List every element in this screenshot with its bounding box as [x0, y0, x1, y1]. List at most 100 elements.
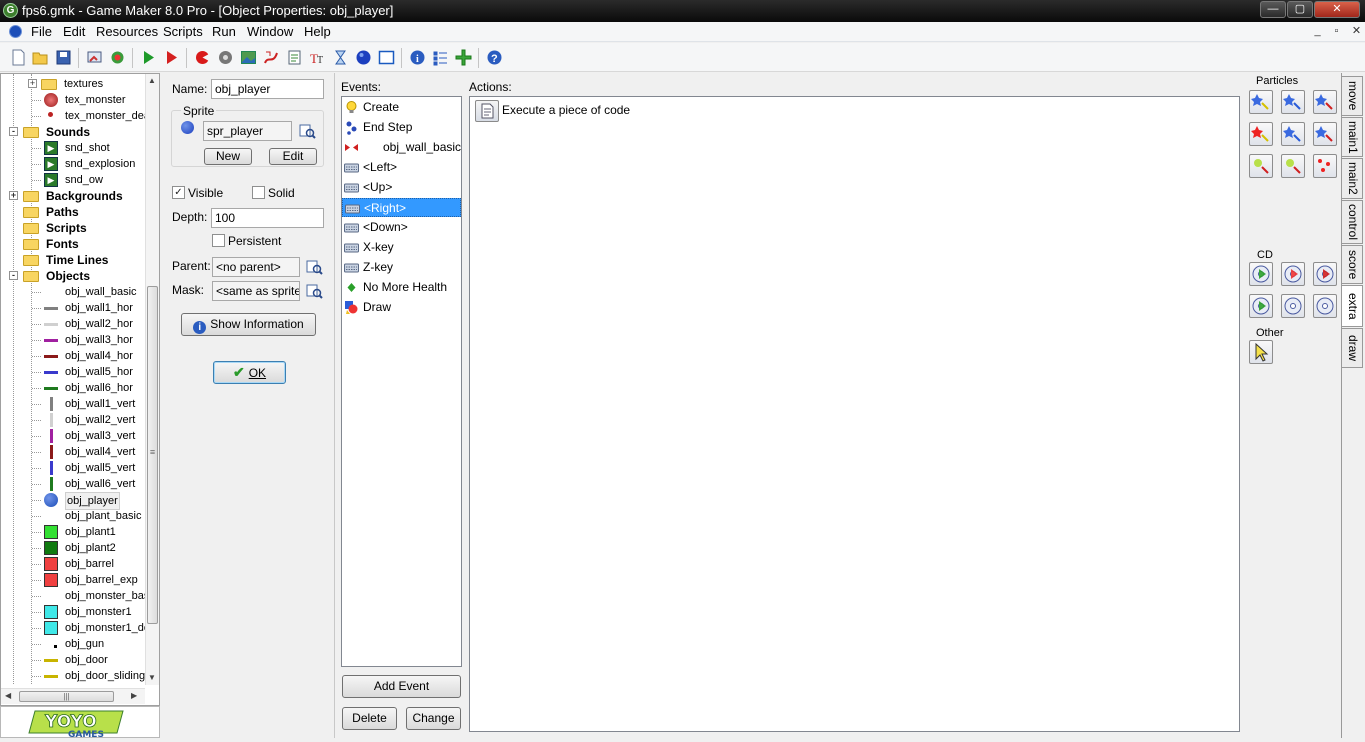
tree-item[interactable]: obj_plant2	[1, 540, 159, 556]
create-timeline-icon[interactable]	[332, 49, 349, 66]
scroll-down-arrow-icon[interactable]: ▼	[148, 673, 156, 682]
expand-icon[interactable]: +	[28, 79, 37, 88]
tree-item[interactable]: obj_door_sliding	[1, 668, 159, 684]
minimize-button[interactable]: —	[1260, 1, 1286, 18]
edit-sprite-button[interactable]: Edit	[269, 148, 317, 165]
tree-item[interactable]: obj_wall4_vert	[1, 444, 159, 460]
menu-resources[interactable]: Resources	[96, 24, 158, 39]
create-path-icon[interactable]	[263, 49, 280, 66]
tree-item[interactable]: obj_wall1_hor	[1, 300, 159, 316]
tree-item[interactable]: ▶ snd_shot	[1, 140, 159, 156]
event-item[interactable]: Create	[342, 98, 461, 117]
new-sprite-button[interactable]: New	[204, 148, 252, 165]
tree-item[interactable]: obj_wall3_vert	[1, 428, 159, 444]
library-action-button[interactable]	[1281, 154, 1305, 178]
library-action-button[interactable]	[1249, 122, 1273, 146]
mdi-close-button[interactable]: ✕	[1349, 25, 1364, 39]
create-room-icon[interactable]	[378, 49, 395, 66]
tree-item[interactable]: obj_plant_basic	[1, 508, 159, 524]
maximize-button[interactable]: ▢	[1287, 1, 1313, 18]
tree-item[interactable]: obj_barrel_exp	[1, 572, 159, 588]
create-exe-icon[interactable]	[86, 49, 103, 66]
tree-item[interactable]: obj_monster_bas	[1, 588, 159, 604]
global-settings-icon[interactable]	[432, 49, 449, 66]
open-file-icon[interactable]	[32, 49, 49, 66]
tree-item[interactable]: Time Lines	[1, 252, 159, 268]
library-tab-main1[interactable]: main1	[1342, 117, 1363, 157]
menu-edit[interactable]: Edit	[63, 24, 85, 39]
create-sprite-icon[interactable]	[194, 49, 211, 66]
tree-item[interactable]: tex_monster_dea	[1, 108, 159, 124]
library-action-button[interactable]	[1313, 262, 1337, 286]
change-event-button[interactable]: Change	[406, 707, 461, 730]
parent-field[interactable]: <no parent>	[212, 257, 300, 277]
tree-vertical-scrollbar[interactable]: ▲ ≡ ▼	[145, 74, 159, 685]
tree-item[interactable]: Fonts	[1, 236, 159, 252]
tree-item[interactable]: obj_player	[1, 492, 159, 510]
depth-field[interactable]: 100	[211, 208, 324, 228]
parent-picker-icon[interactable]	[306, 259, 323, 276]
run-icon[interactable]	[140, 49, 157, 66]
library-action-button[interactable]	[1313, 294, 1337, 318]
save-icon[interactable]	[55, 49, 72, 66]
tree-item[interactable]: obj_wall3_hor	[1, 332, 159, 348]
events-list[interactable]: Create End Step obj_wall_basic <Left> <Up> <R…	[341, 96, 462, 667]
create-font-icon[interactable]: TT	[309, 49, 326, 66]
tree-item[interactable]: obj_monster1_de	[1, 620, 159, 636]
ok-button[interactable]: ✔ OK	[213, 361, 286, 384]
tree-item[interactable]: + textures	[1, 76, 159, 92]
tree-item[interactable]: ▶ snd_explosion	[1, 156, 159, 172]
tree-item[interactable]: obj_wall5_vert	[1, 460, 159, 476]
create-script-icon[interactable]	[286, 49, 303, 66]
library-action-button[interactable]	[1313, 122, 1337, 146]
scroll-left-arrow-icon[interactable]: ◀	[5, 691, 11, 700]
tree-item[interactable]: - Sounds	[1, 124, 159, 140]
event-item[interactable]: <Down>	[342, 218, 461, 237]
extension-packages-icon[interactable]	[455, 49, 472, 66]
event-item[interactable]: X-key	[342, 238, 461, 257]
name-field[interactable]: obj_player	[211, 79, 324, 99]
solid-checkbox[interactable]	[252, 186, 265, 199]
menu-window[interactable]: Window	[247, 24, 293, 39]
event-item[interactable]: <Up>	[342, 178, 461, 197]
create-background-icon[interactable]	[240, 49, 257, 66]
tree-item[interactable]: - Objects	[1, 268, 159, 284]
library-action-button[interactable]	[1313, 90, 1337, 114]
library-tab-main2[interactable]: main2	[1342, 158, 1363, 199]
tree-item[interactable]: obj_wall2_vert	[1, 412, 159, 428]
resource-tree[interactable]: + textures tex_monster tex_monster_dea - Soun…	[0, 73, 160, 706]
mdi-minimize-button[interactable]: _	[1310, 25, 1325, 39]
publish-icon[interactable]	[109, 49, 126, 66]
tree-horizontal-scrollbar[interactable]: ◀ ||| ▶	[1, 688, 145, 704]
library-action-button[interactable]	[1281, 90, 1305, 114]
tree-item[interactable]: obj_barrel	[1, 556, 159, 572]
tree-item[interactable]: ▶ snd_ow	[1, 172, 159, 188]
help-icon[interactable]: ?	[486, 49, 503, 66]
library-tab-control[interactable]: control	[1342, 200, 1363, 244]
sprite-field[interactable]: spr_player	[203, 121, 292, 141]
collapse-icon[interactable]: -	[9, 127, 18, 136]
library-action-button[interactable]	[1249, 262, 1273, 286]
app-icon[interactable]: G	[3, 3, 18, 18]
new-file-icon[interactable]	[10, 49, 27, 66]
tree-item[interactable]: obj_door	[1, 652, 159, 668]
persistent-checkbox[interactable]	[212, 234, 225, 247]
library-tab-move[interactable]: move	[1342, 76, 1363, 116]
event-item[interactable]: No More Health	[342, 278, 461, 297]
event-item[interactable]: obj_wall_basic	[342, 138, 461, 157]
library-tab-score[interactable]: score	[1342, 245, 1363, 284]
tree-item[interactable]: obj_wall_basic	[1, 284, 159, 300]
event-item[interactable]: End Step	[342, 118, 461, 137]
library-tab-extra[interactable]: extra	[1341, 285, 1363, 327]
library-action-button[interactable]	[1313, 154, 1337, 178]
tree-item[interactable]: obj_wall2_hor	[1, 316, 159, 332]
expand-icon[interactable]: +	[9, 191, 18, 200]
event-item[interactable]: <Left>	[342, 158, 461, 177]
tree-item[interactable]: obj_gun	[1, 636, 159, 652]
tree-item[interactable]: obj_monster1	[1, 604, 159, 620]
run-debug-icon[interactable]	[163, 49, 180, 66]
library-action-button[interactable]	[1249, 90, 1273, 114]
menu-scripts[interactable]: Scripts	[163, 24, 203, 39]
menu-run[interactable]: Run	[212, 24, 236, 39]
tree-item[interactable]: + Backgrounds	[1, 188, 159, 204]
